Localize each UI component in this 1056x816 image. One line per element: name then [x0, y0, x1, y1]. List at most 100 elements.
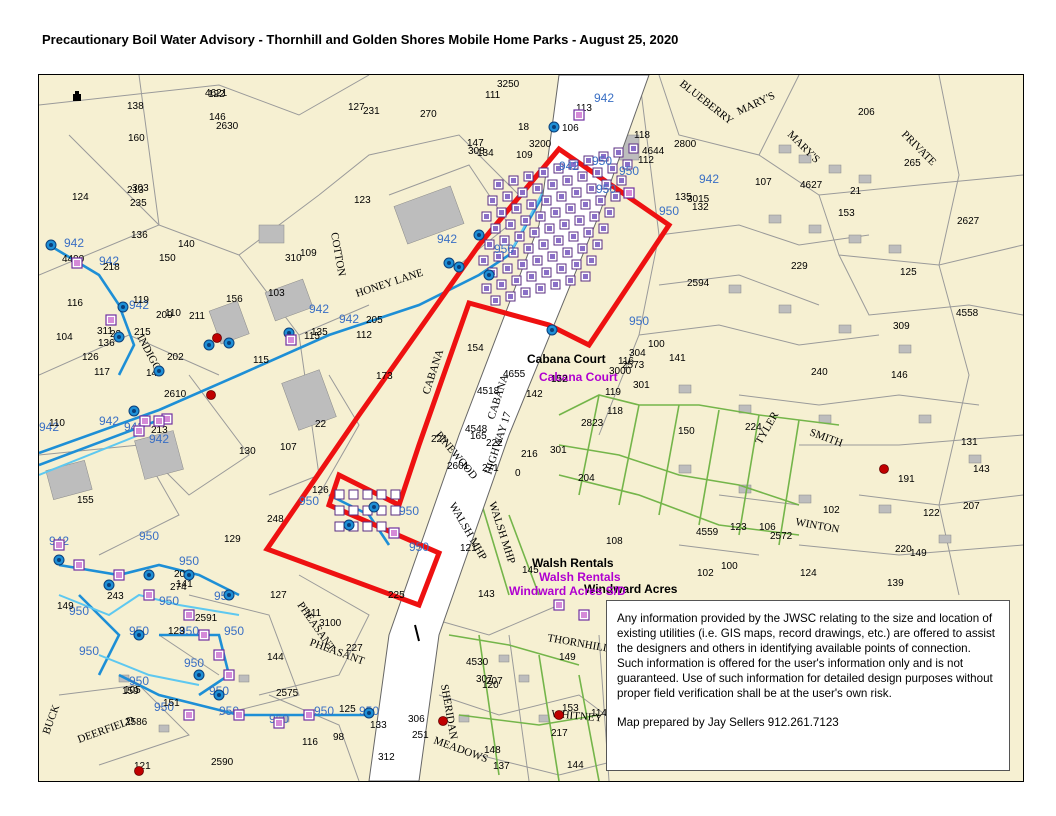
address-label: 123 [354, 195, 371, 206]
water-meter-icon [601, 226, 606, 231]
water-valve-icon [117, 301, 129, 313]
water-meter-icon [562, 222, 567, 227]
address-label: 137 [493, 761, 510, 772]
address-label: 4548 [465, 424, 488, 435]
address-label: 133 [370, 720, 387, 731]
address-label: 144 [567, 760, 584, 771]
water-meter-icon [517, 234, 522, 239]
water-meter-icon [577, 218, 582, 223]
business-label-cabana-court: Cabana Court [527, 352, 606, 366]
water-meter-icon [586, 230, 591, 235]
water-meter-icon [362, 521, 373, 532]
address-label: 153 [838, 208, 855, 219]
address-label: 205 [366, 315, 383, 326]
address-label: 115 [253, 355, 269, 366]
address-label: 130 [239, 446, 256, 457]
address-label: 202 [167, 352, 184, 363]
address-label: 146 [209, 112, 226, 123]
pipe-size-label: 950 [159, 594, 179, 608]
address-label: 150 [678, 426, 695, 437]
street-label-smith: SMITH [808, 427, 844, 450]
address-label: 109 [300, 248, 317, 259]
water-meter-icon [578, 609, 590, 621]
water-meter-icon [223, 669, 235, 681]
business-label-windward-colored: Windward Acres S/D [509, 584, 626, 598]
water-meter-icon [571, 234, 576, 239]
water-meter-icon [544, 270, 549, 275]
water-meter-icon [623, 187, 635, 199]
water-meter-icon [71, 257, 83, 269]
address-label: 123 [730, 522, 747, 533]
water-valve-icon [103, 579, 115, 591]
pipe-size-label: 950 [224, 624, 244, 638]
address-label: 4518 [477, 386, 500, 397]
pipe-size-label: 950 [596, 182, 616, 196]
water-meter-icon [233, 709, 245, 721]
address-label: 209 [156, 310, 173, 321]
pipe-size-label: 942 [594, 91, 614, 105]
water-meter-icon [523, 290, 528, 295]
address-label: 251 [412, 730, 429, 741]
address-label: 154 [467, 343, 484, 354]
water-meter-icon [553, 599, 565, 611]
address-label: 235 [130, 198, 147, 209]
address-label: 240 [811, 367, 828, 378]
address-label: 312 [378, 752, 395, 763]
address-label: 156 [226, 294, 243, 305]
water-valve-icon [546, 324, 558, 336]
water-meter-icon [550, 254, 555, 259]
water-meter-icon [514, 278, 519, 283]
address-label: 2823 [581, 418, 604, 429]
water-valve-icon [193, 669, 205, 681]
pipe-size-label: 942 [339, 312, 359, 326]
address-label: 227 [346, 643, 363, 654]
address-label: 106 [759, 522, 776, 533]
address-label: 4627 [800, 180, 823, 191]
water-meter-icon [505, 266, 510, 271]
address-label: 22 [315, 419, 327, 430]
water-meter-icon [535, 186, 540, 191]
water-valve-icon [363, 707, 375, 719]
address-label: 271 [482, 463, 499, 474]
address-label: 121 [460, 543, 477, 554]
water-meter-icon [520, 262, 525, 267]
sewer-manhole-icon [554, 710, 564, 720]
pipe-size-label: 942 [437, 232, 457, 246]
address-label: 110 [49, 418, 65, 429]
address-label: 2800 [674, 139, 697, 150]
address-label: 116 [67, 298, 83, 309]
pipe-size-label: 950 [409, 540, 429, 554]
disclaimer-text: Any information provided by the JWSC rel… [617, 612, 996, 700]
water-valve-icon [483, 269, 495, 281]
address-label: 144 [267, 652, 284, 663]
water-meter-icon [595, 242, 600, 247]
address-label: 21 [850, 186, 862, 197]
address-label: 150 [159, 253, 176, 264]
water-meter-icon [619, 178, 624, 183]
address-label: 2590 [211, 757, 234, 768]
water-meter-icon [595, 170, 600, 175]
water-meter-icon [541, 170, 546, 175]
address-label: 149 [910, 548, 927, 559]
water-meter-icon [559, 266, 564, 271]
water-meter-icon [538, 214, 543, 219]
water-meter-icon [589, 186, 594, 191]
pipe-size-label: 950 [399, 504, 419, 518]
address-label: 217 [551, 728, 568, 739]
address-label: 100 [721, 561, 738, 572]
water-meter-icon [580, 174, 585, 179]
water-meter-icon [511, 178, 516, 183]
pipe-size-label: 950 [629, 314, 649, 328]
address-label: 145 [522, 565, 539, 576]
address-label: 213 [151, 425, 168, 436]
address-label: 4655 [503, 369, 526, 380]
water-meter-icon [113, 569, 125, 581]
water-meter-icon [553, 210, 558, 215]
pipe-size-label: 950 [299, 494, 319, 508]
water-meter-icon [532, 230, 537, 235]
water-meter-icon [362, 489, 373, 500]
water-meter-icon [583, 202, 588, 207]
address-label: 146 [891, 370, 908, 381]
address-label: 207 [963, 501, 980, 512]
pipe-size-label: 942 [64, 236, 84, 250]
